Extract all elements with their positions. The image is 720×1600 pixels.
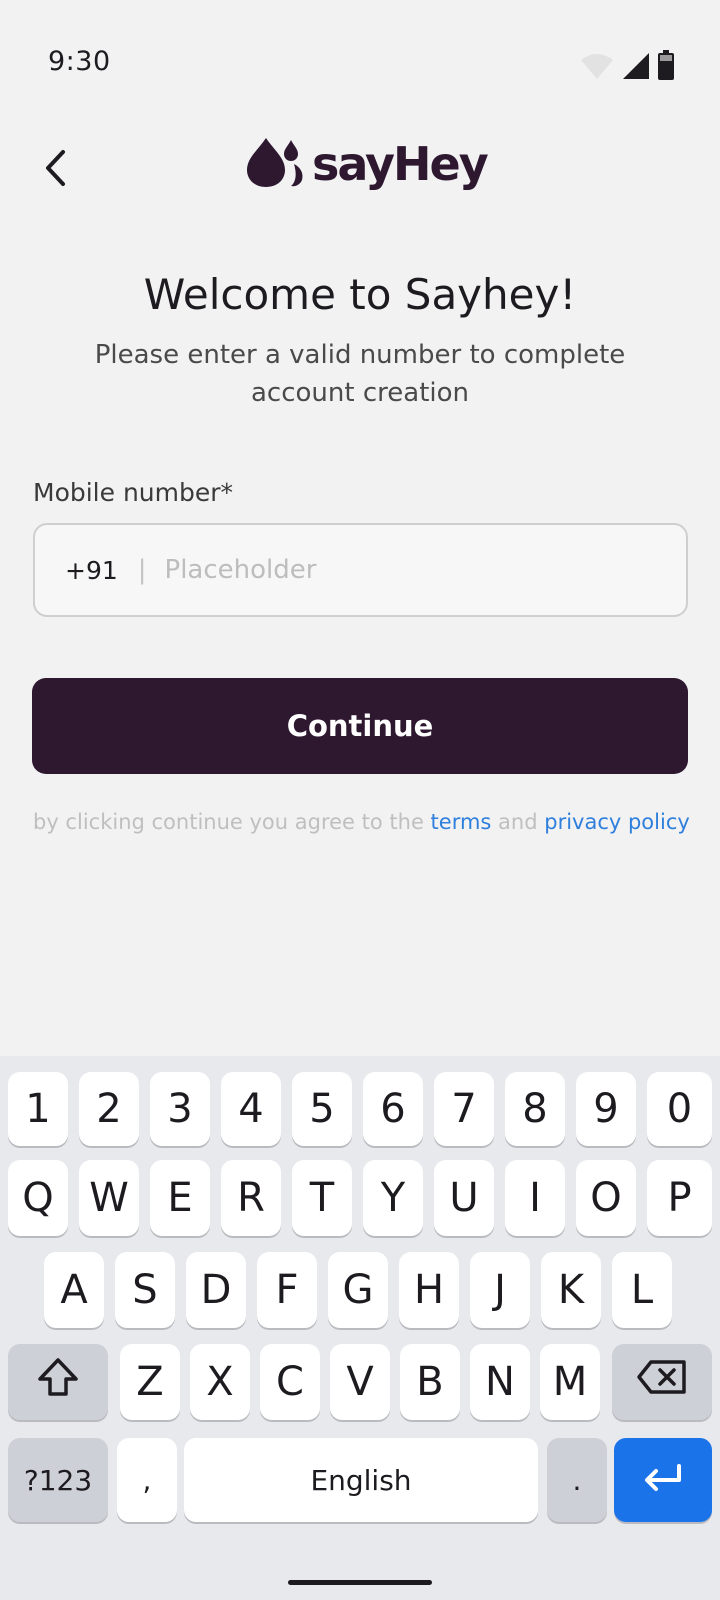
key-z[interactable]: Z bbox=[120, 1344, 180, 1420]
page-title: Welcome to Sayhey! bbox=[143, 270, 577, 319]
key-u[interactable]: U bbox=[434, 1160, 494, 1236]
battery-icon bbox=[658, 50, 674, 84]
key-g[interactable]: G bbox=[328, 1252, 388, 1328]
key-9[interactable]: 9 bbox=[576, 1072, 636, 1146]
chevron-left-icon bbox=[43, 149, 67, 191]
space-key[interactable]: English bbox=[184, 1438, 538, 1522]
key-x[interactable]: X bbox=[190, 1344, 250, 1420]
logo-drops-icon bbox=[244, 136, 308, 192]
key-a[interactable]: A bbox=[44, 1252, 104, 1328]
key-5[interactable]: 5 bbox=[292, 1072, 352, 1146]
key-4[interactable]: 4 bbox=[221, 1072, 281, 1146]
key-f[interactable]: F bbox=[257, 1252, 317, 1328]
navigation-handle[interactable] bbox=[288, 1580, 432, 1585]
period-key[interactable]: . bbox=[547, 1438, 607, 1522]
key-q[interactable]: Q bbox=[8, 1160, 68, 1236]
terms-prefix: by clicking continue you agree to the bbox=[33, 810, 431, 834]
screen: 9:30 sayHey Welcome to Sayhey! Please en… bbox=[0, 0, 720, 1600]
backspace-key[interactable] bbox=[612, 1344, 712, 1420]
key-0[interactable]: 0 bbox=[647, 1072, 712, 1146]
key-8[interactable]: 8 bbox=[505, 1072, 565, 1146]
key-y[interactable]: Y bbox=[363, 1160, 423, 1236]
key-i[interactable]: I bbox=[505, 1160, 565, 1236]
privacy-policy-link[interactable]: privacy policy bbox=[544, 810, 690, 834]
mobile-number-input[interactable] bbox=[164, 555, 625, 585]
wifi-icon bbox=[580, 52, 614, 84]
key-b[interactable]: B bbox=[400, 1344, 460, 1420]
key-p[interactable]: P bbox=[647, 1160, 712, 1236]
keyboard: 1 2 3 4 5 6 7 8 9 0 Q W E R T Y U I O P … bbox=[0, 1056, 720, 1600]
terms-connector: and bbox=[491, 810, 545, 834]
key-k[interactable]: K bbox=[541, 1252, 601, 1328]
key-c[interactable]: C bbox=[260, 1344, 320, 1420]
key-j[interactable]: J bbox=[470, 1252, 530, 1328]
shift-key[interactable] bbox=[8, 1344, 108, 1420]
continue-button[interactable]: Continue bbox=[32, 678, 688, 774]
terms-notice: by clicking continue you agree to the te… bbox=[33, 810, 713, 834]
key-w[interactable]: W bbox=[79, 1160, 139, 1236]
backspace-icon bbox=[636, 1359, 688, 1405]
enter-icon bbox=[641, 1457, 685, 1503]
brand-name: sayHey bbox=[312, 137, 489, 191]
status-time: 9:30 bbox=[48, 46, 111, 77]
key-o[interactable]: O bbox=[576, 1160, 636, 1236]
key-s[interactable]: S bbox=[115, 1252, 175, 1328]
key-r[interactable]: R bbox=[221, 1160, 281, 1236]
key-3[interactable]: 3 bbox=[150, 1072, 210, 1146]
key-1[interactable]: 1 bbox=[8, 1072, 68, 1146]
brand-logo: sayHey bbox=[244, 136, 489, 192]
enter-key[interactable] bbox=[614, 1438, 712, 1522]
signal-icon bbox=[622, 52, 650, 84]
key-6[interactable]: 6 bbox=[363, 1072, 423, 1146]
field-separator: | bbox=[137, 555, 147, 585]
key-n[interactable]: N bbox=[470, 1344, 530, 1420]
terms-link[interactable]: terms bbox=[431, 810, 492, 834]
key-d[interactable]: D bbox=[186, 1252, 246, 1328]
back-button[interactable] bbox=[30, 140, 80, 200]
comma-key[interactable]: , bbox=[117, 1438, 177, 1522]
shift-icon bbox=[36, 1357, 80, 1407]
key-7[interactable]: 7 bbox=[434, 1072, 494, 1146]
key-m[interactable]: M bbox=[540, 1344, 600, 1420]
key-v[interactable]: V bbox=[330, 1344, 390, 1420]
symbols-key[interactable]: ?123 bbox=[8, 1438, 108, 1522]
country-code: +91 bbox=[65, 555, 118, 585]
key-e[interactable]: E bbox=[150, 1160, 210, 1236]
page-subtitle: Please enter a valid number to complete … bbox=[94, 340, 626, 408]
status-icons bbox=[580, 50, 674, 84]
key-h[interactable]: H bbox=[399, 1252, 459, 1328]
key-t[interactable]: T bbox=[292, 1160, 352, 1236]
mobile-number-field[interactable]: +91 | bbox=[33, 523, 688, 617]
key-l[interactable]: L bbox=[612, 1252, 672, 1328]
key-2[interactable]: 2 bbox=[79, 1072, 139, 1146]
mobile-number-label: Mobile number* bbox=[33, 478, 234, 507]
